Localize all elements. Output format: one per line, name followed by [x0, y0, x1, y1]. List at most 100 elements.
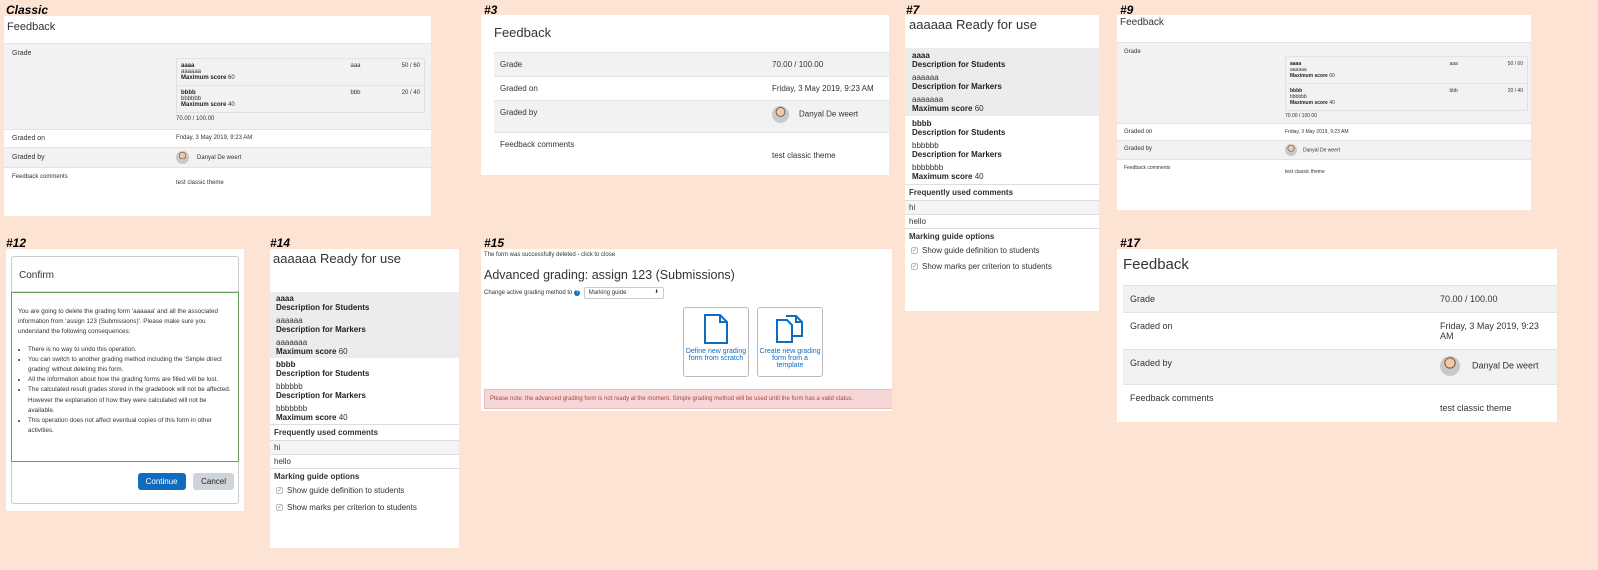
- feedback-table: Grade aaaa aaaaaa Maximum score 60 aaa 50 …: [1117, 42, 1531, 178]
- comments-label: Feedback comments: [1123, 384, 1433, 419]
- max-score-label: Maximum score: [912, 104, 973, 113]
- criterion-remark: aaa: [346, 58, 378, 86]
- comments-value: test classic theme: [1433, 384, 1557, 419]
- feedback-panel-9: Feedback Grade aaaa aaaaaa Maximum score 6…: [1117, 15, 1531, 210]
- classic-feedback-panel: Feedback Grade aaaa aaaaaa Maximum score 6…: [4, 16, 431, 216]
- feedback-title: Feedback: [1123, 256, 1189, 273]
- criterion-score: 50 / 60: [377, 58, 425, 86]
- rubric-row-1: aaaa aaaaaa Maximum score 60 aaa 50 / 60: [176, 58, 425, 86]
- max-score-value: 60: [228, 75, 235, 81]
- graded-on-label: Graded on: [1117, 123, 1279, 141]
- grader-avatar[interactable]: [1285, 144, 1297, 156]
- panel-label-17: #17: [1120, 236, 1141, 250]
- method-select[interactable]: Marking guide ⬍: [583, 287, 664, 299]
- max-score-label: Maximum score: [912, 172, 973, 181]
- checkbox-checked-icon[interactable]: ✓: [276, 504, 283, 512]
- panel-label-15: #15: [484, 236, 505, 250]
- marking-guide-panel-7: aaaaaa Ready for use aaaa Description fo…: [905, 15, 1099, 311]
- graded-by-row: Graded by Danyal De weert: [4, 147, 431, 168]
- criterion-score: 20 / 40: [377, 85, 425, 113]
- file-icon: [704, 314, 728, 344]
- feedback-table: Grade 70.00 / 100.00 Graded on Friday, 3 M…: [1123, 285, 1557, 419]
- dialog-body: You are going to delete the grading form…: [11, 292, 239, 462]
- graded-by-label: Graded by: [4, 147, 168, 168]
- feedback-table: Grade 70.00 / 100.00 Graded on Friday, 3 M…: [494, 52, 889, 166]
- success-notice[interactable]: The form was successfully deleted - clic…: [481, 249, 892, 261]
- rubric-table: aaaa aaaaaa Maximum score 60 aaa 50 / 60 b…: [176, 58, 425, 113]
- warning-alert: Please note: the advanced grading form i…: [484, 389, 892, 409]
- comment-item[interactable]: hi: [905, 200, 1099, 214]
- graded-on-value: Friday, 3 May 2019, 9:23 AM: [1279, 123, 1531, 141]
- comment-item[interactable]: hello: [270, 454, 459, 468]
- consequence-item: This operation does not affect eventual …: [28, 416, 232, 436]
- help-icon[interactable]: ?: [574, 290, 581, 296]
- grader-name[interactable]: Danyal De weert: [1472, 360, 1539, 370]
- comments-label: Feedback comments: [1117, 159, 1279, 178]
- desc-markers-value: aaaaaaa: [912, 95, 944, 104]
- options-label: Marking guide options: [270, 468, 459, 484]
- marking-guide-panel-14: aaaaaa Ready for use aaaa Description fo…: [270, 249, 459, 548]
- graded-on-value: Friday, 3 May 2019, 9:23 AM: [766, 76, 889, 101]
- checkbox-checked-icon[interactable]: ✓: [911, 263, 918, 271]
- create-from-template-button[interactable]: Create new grading form from a template: [757, 307, 823, 377]
- grader-name[interactable]: Danyal De weert: [1303, 147, 1340, 153]
- grade-value: 70.00 / 100.00: [1285, 113, 1317, 119]
- graded-by-label: Graded by: [494, 100, 766, 133]
- grade-label: Grade: [494, 52, 766, 77]
- grader-name[interactable]: Danyal De weert: [197, 155, 241, 161]
- grade-value: 70.00 / 100.00: [766, 52, 889, 77]
- define-new-form-button[interactable]: Define new grading form from scratch: [683, 307, 749, 377]
- comment-item[interactable]: hi: [270, 440, 459, 454]
- max-score-value: 60: [974, 104, 984, 113]
- grade-row: Grade aaaa aaaaaa Maximum score 60 aaa 50 …: [4, 43, 431, 130]
- graded-by-label: Graded by: [1117, 140, 1279, 160]
- grade-label: Grade: [1117, 42, 1279, 124]
- comment-item[interactable]: hello: [905, 214, 1099, 228]
- criterion-name: bbbb: [912, 119, 932, 128]
- desc-markers-value: bbbbbbb: [912, 163, 944, 172]
- criterion-1: aaaa Description for Students aaaaaa Des…: [905, 48, 1099, 116]
- option-show-marks: ✓ Show marks per criterion to students: [911, 262, 1052, 271]
- graded-by-label: Graded by: [1123, 349, 1433, 385]
- grade-label: Grade: [4, 43, 168, 130]
- option-show-definition: ✓ Show guide definition to students: [276, 486, 405, 495]
- comments-value: test classic theme: [1279, 159, 1531, 178]
- consequence-item: The calculated result grades stored in t…: [28, 385, 232, 415]
- criterion-2: bbbb Description for Students bbbbbb Des…: [270, 358, 459, 424]
- continue-button[interactable]: Continue: [137, 473, 186, 490]
- checkbox-checked-icon[interactable]: ✓: [911, 247, 918, 255]
- feedback-title: Feedback: [494, 25, 552, 40]
- guide-title: aaaaaa Ready for use: [273, 251, 401, 266]
- max-score-label: Maximum score: [181, 75, 227, 81]
- advanced-grading-panel-15: The form was successfully deleted - clic…: [481, 249, 892, 411]
- checkbox-checked-icon[interactable]: ✓: [276, 487, 283, 495]
- feedback-title: Feedback: [7, 21, 56, 33]
- panel-label-classic: Classic: [6, 3, 49, 17]
- graded-on-value: Friday, 3 May 2019, 9:23 AM: [1433, 312, 1557, 350]
- advanced-title: Advanced grading: assign 123 (Submission…: [484, 268, 735, 282]
- confirm-panel-12: Confirm You are going to delete the grad…: [6, 249, 244, 511]
- method-label: Change active grading method to: [484, 290, 573, 296]
- consequence-item: There is no way to undo this operation.: [28, 345, 232, 355]
- feedback-panel-3: Feedback Grade 70.00 / 100.00 Graded on Fr…: [481, 15, 889, 175]
- graded-on-label: Graded on: [494, 76, 766, 101]
- criterion-remark: bbb: [346, 85, 378, 113]
- freq-comments-label: Frequently used comments: [905, 184, 1099, 200]
- grade-label: Grade: [1123, 285, 1433, 313]
- grader-avatar[interactable]: [772, 106, 789, 123]
- cancel-button[interactable]: Cancel: [193, 473, 234, 490]
- desc-students-value: bbbbbb: [912, 141, 939, 150]
- max-score-value: 40: [228, 102, 235, 108]
- grader-avatar[interactable]: [1440, 356, 1460, 376]
- panel-label-14: #14: [270, 236, 291, 250]
- criterion-name: aaaa: [912, 51, 930, 60]
- select-arrows-icon: ⬍: [654, 289, 659, 295]
- max-score-label: Maximum score: [181, 102, 227, 108]
- consequence-item: You can switch to another grading method…: [28, 355, 232, 375]
- grader-avatar[interactable]: [176, 151, 189, 164]
- desc-students-value: aaaaaa: [912, 73, 939, 82]
- grader-name[interactable]: Danyal De weert: [799, 110, 858, 119]
- options-label: Marking guide options: [905, 228, 1099, 244]
- freq-comments-label: Frequently used comments: [270, 424, 459, 440]
- graded-on-value: Friday, 3 May 2019, 9:23 AM: [168, 129, 431, 148]
